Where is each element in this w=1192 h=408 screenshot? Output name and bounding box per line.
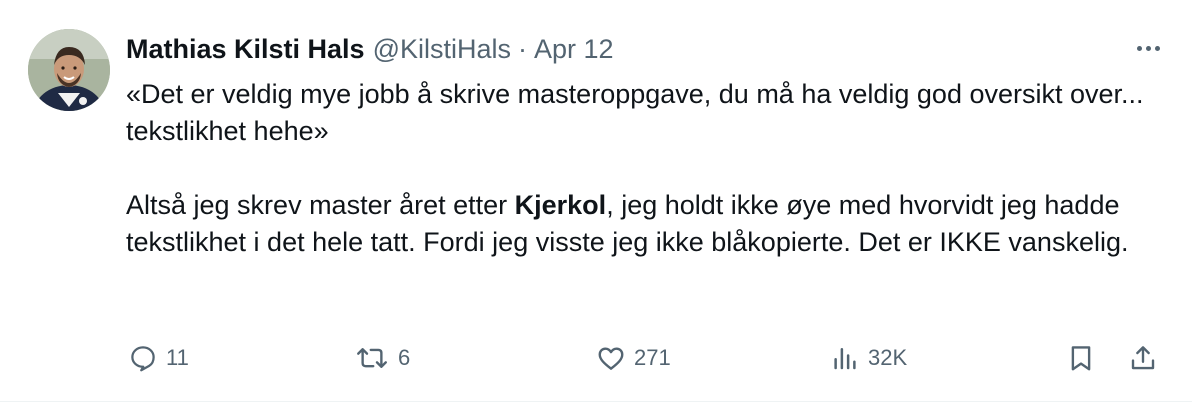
views-count: 32K: [868, 345, 908, 370]
tweet-text: «Det er veldig mye jobb å skrive mastero…: [126, 76, 1166, 261]
header-separator: ·: [518, 34, 528, 64]
share-button[interactable]: [1128, 336, 1158, 380]
like-button[interactable]: 271: [596, 336, 671, 380]
action-bar: 11 6 271 32K: [126, 336, 1166, 380]
heart-icon: [598, 347, 624, 370]
reply-count: 11: [166, 345, 189, 370]
like-count: 271: [634, 345, 671, 370]
divider: [0, 401, 1192, 402]
tweet-body: Mathias Kilsti Hals @KilstiHals · Apr 12…: [126, 28, 1166, 261]
tweet-card[interactable]: Mathias Kilsti Hals @KilstiHals · Apr 12…: [0, 0, 1192, 408]
reply-button[interactable]: 11: [128, 336, 189, 380]
views-chart-icon: [834, 348, 856, 370]
tweet-paragraph-2: Altså jeg skrev master året etter Kjerko…: [126, 187, 1166, 261]
paragraph-2-start: Altså jeg skrev master året etter: [126, 190, 515, 220]
avatar[interactable]: [28, 29, 110, 111]
more-dots-icon: [1136, 45, 1142, 51]
reply-icon: [131, 346, 155, 372]
tweet-paragraph-1: «Det er veldig mye jobb å skrive mastero…: [126, 79, 1144, 146]
author-handle[interactable]: @KilstiHals: [373, 28, 511, 70]
bold-name: Kjerkol: [514, 190, 607, 220]
retweet-count: 6: [398, 345, 411, 370]
tweet-date[interactable]: Apr 12: [534, 28, 614, 70]
author-display-name[interactable]: Mathias Kilsti Hals: [126, 28, 365, 70]
tweet-header: Mathias Kilsti Hals @KilstiHals · Apr 12: [126, 28, 1166, 70]
retweet-icon: [357, 348, 387, 368]
more-dots-icon: [1154, 45, 1160, 51]
bookmark-icon: [1071, 346, 1091, 371]
more-options-button[interactable]: [1128, 36, 1168, 60]
share-icon: [1131, 346, 1155, 370]
avatar-photo: [28, 29, 110, 111]
views-button[interactable]: 32K: [830, 336, 907, 380]
more-dots-icon: [1145, 45, 1151, 51]
retweet-button[interactable]: 6: [354, 336, 410, 380]
bookmark-button[interactable]: [1066, 336, 1096, 380]
